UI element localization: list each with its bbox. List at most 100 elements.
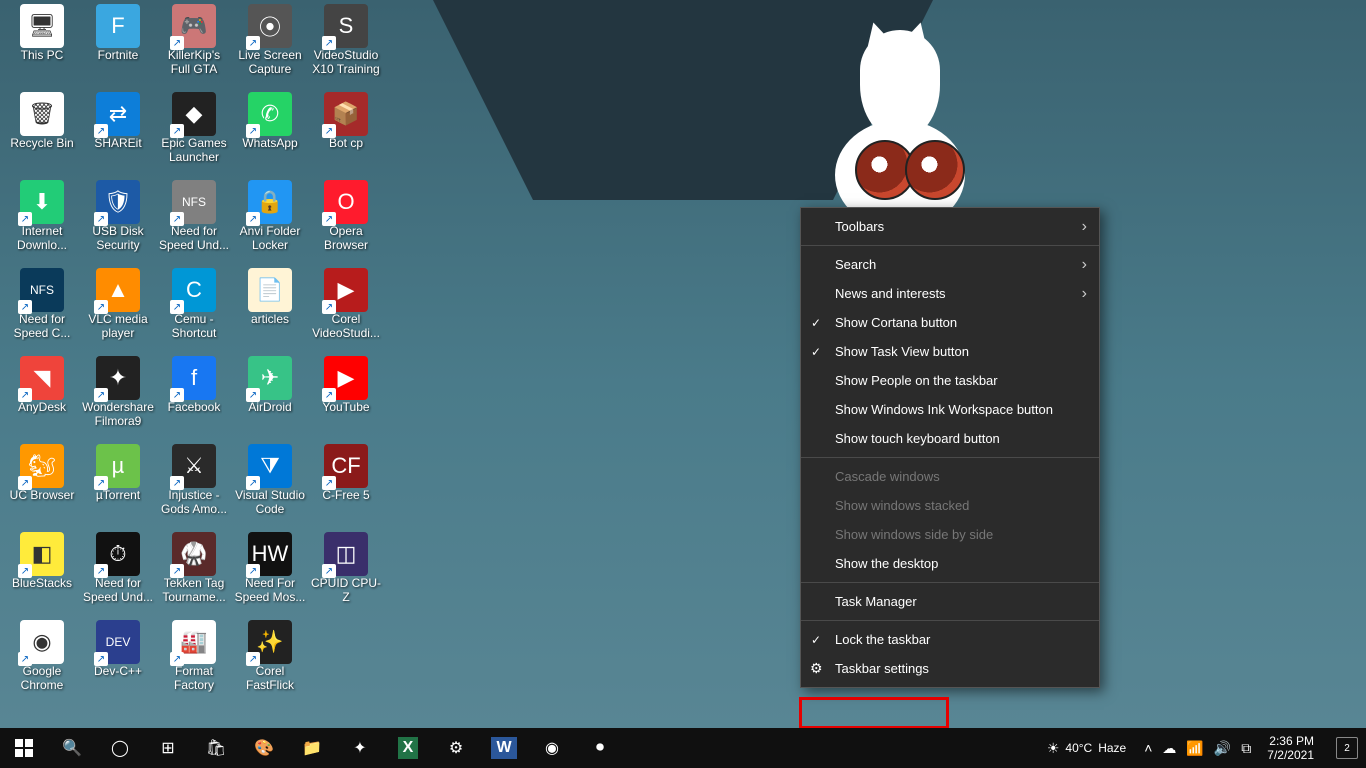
desktop-icon[interactable]: DEV↗Dev-C++ xyxy=(80,620,156,708)
filmora-button[interactable]: ✦ xyxy=(336,728,384,768)
weather-temp: 40°C xyxy=(1065,741,1092,755)
desktop-icon[interactable]: 🏭↗Format Factory xyxy=(156,620,232,708)
context-menu-item[interactable]: Search xyxy=(801,250,1099,279)
desktop-icon[interactable]: NFS↗Need for Speed C... xyxy=(4,268,80,356)
desktop-icon-label: KillerKip's Full GTA xyxy=(156,49,232,77)
context-menu-item[interactable]: ✓Show Cortana button xyxy=(801,308,1099,337)
search-button[interactable]: 🔍 xyxy=(48,728,96,768)
desktop-icon[interactable]: ◆↗Epic Games Launcher xyxy=(156,92,232,180)
desktop-icon[interactable]: ⇄↗SHAREit xyxy=(80,92,156,180)
app-icon: µ↗ xyxy=(96,444,140,488)
action-center-button[interactable]: 2 xyxy=(1336,737,1358,759)
desktop-icon[interactable]: ◥↗AnyDesk xyxy=(4,356,80,444)
clock[interactable]: 2:36 PM 7/2/2021 xyxy=(1259,734,1322,763)
search-icon: 🔍 xyxy=(62,738,82,758)
desktop-icon[interactable]: 📦↗Bot cp xyxy=(308,92,384,180)
volume-icon[interactable]: 🔊 xyxy=(1214,740,1231,757)
context-menu-item[interactable]: ⚙Taskbar settings xyxy=(801,654,1099,683)
app-icon: CF↗ xyxy=(324,444,368,488)
taskbar[interactable]: 🔍 ◯ ⊞🛍🎨📁 ✦ X⚙W◉⏺ ☀ 40°C Haze ˄ ☁ 📶 🔊 ⧉ 2:36 PM 7… xyxy=(0,728,1366,768)
context-menu-item[interactable]: Show People on the taskbar xyxy=(801,366,1099,395)
chrome-button[interactable]: ◉ xyxy=(528,728,576,768)
cortana-icon: ◯ xyxy=(111,738,129,758)
context-menu-item[interactable]: Show Windows Ink Workspace button xyxy=(801,395,1099,424)
desktop-icon[interactable]: 🎮↗KillerKip's Full GTA xyxy=(156,4,232,92)
desktop-icon[interactable]: ⏱↗Need for Speed Und... xyxy=(80,532,156,620)
desktop-icon[interactable]: 🗑Recycle Bin xyxy=(4,92,80,180)
desktop-icon[interactable]: 🔒↗Anvi Folder Locker xyxy=(232,180,308,268)
weather-widget[interactable]: ☀ 40°C Haze xyxy=(1047,740,1126,757)
desktop-icon[interactable]: 🛡↗USB Disk Security xyxy=(80,180,156,268)
wifi-icon[interactable]: 📶 xyxy=(1186,740,1203,757)
desktop-icon[interactable]: O↗Opera Browser xyxy=(308,180,384,268)
desktop-icon[interactable]: FFortnite xyxy=(80,4,156,92)
desktop[interactable]: 🖥This PC🗑Recycle Bin⬇↗Internet Downlo...… xyxy=(0,0,1366,728)
app-icon: 📦↗ xyxy=(324,92,368,136)
check-icon: ✓ xyxy=(811,633,821,647)
app-icon: ◥↗ xyxy=(20,356,64,400)
chevron-up-icon[interactable]: ˄ xyxy=(1144,740,1152,757)
desktop-icon-label: Injustice - Gods Amo... xyxy=(156,489,232,517)
desktop-icon[interactable]: NFS↗Need for Speed Und... xyxy=(156,180,232,268)
context-menu-item[interactable]: Toolbars xyxy=(801,212,1099,241)
desktop-icon[interactable]: 📄articles xyxy=(232,268,308,356)
paint-button[interactable]: 🎨 xyxy=(240,728,288,768)
desktop-icon[interactable]: ◫↗CPUID CPU-Z xyxy=(308,532,384,620)
app-icon: O↗ xyxy=(324,180,368,224)
context-menu-item[interactable]: News and interests xyxy=(801,279,1099,308)
shortcut-arrow-icon: ↗ xyxy=(94,476,108,490)
desktop-icon[interactable]: ◉↗Google Chrome xyxy=(4,620,80,708)
app-icon: ▲↗ xyxy=(96,268,140,312)
onedrive-icon[interactable]: ☁ xyxy=(1162,740,1176,757)
excel-button[interactable]: X xyxy=(384,728,432,768)
word-button[interactable]: W xyxy=(480,728,528,768)
system-tray: ☀ 40°C Haze ˄ ☁ 📶 🔊 ⧉ 2:36 PM 7/2/2021 2 xyxy=(1039,734,1366,763)
desktop-icon[interactable]: 🐿↗UC Browser xyxy=(4,444,80,532)
desktop-icon[interactable]: ✆↗WhatsApp xyxy=(232,92,308,180)
desktop-icon[interactable]: ⬇↗Internet Downlo... xyxy=(4,180,80,268)
desktop-icon[interactable]: ✦↗Wondershare Filmora9 xyxy=(80,356,156,444)
shortcut-arrow-icon: ↗ xyxy=(94,212,108,226)
desktop-icon[interactable]: 🖥This PC xyxy=(4,4,80,92)
cortana-button[interactable]: ◯ xyxy=(96,728,144,768)
screen-recorder-button[interactable]: ⏺ xyxy=(576,728,624,768)
context-menu-item[interactable]: Show touch keyboard button xyxy=(801,424,1099,453)
shortcut-arrow-icon: ↗ xyxy=(18,564,32,578)
desktop-icon-label: Live Screen Capture xyxy=(232,49,308,77)
microsoft-store-button[interactable]: 🛍 xyxy=(192,728,240,768)
dropbox-icon[interactable]: ⧉ xyxy=(1241,740,1251,757)
desktop-icon[interactable]: ✨↗Corel FastFlick X10 xyxy=(232,620,308,708)
desktop-icon[interactable]: ⚔↗Injustice - Gods Amo... xyxy=(156,444,232,532)
desktop-icon[interactable]: ▶↗Corel VideoStudi... xyxy=(308,268,384,356)
start-button[interactable] xyxy=(0,728,48,768)
app-icon: NFS↗ xyxy=(20,268,64,312)
desktop-icon[interactable]: HW↗Need For Speed Mos... xyxy=(232,532,308,620)
settings-button[interactable]: ⚙ xyxy=(432,728,480,768)
desktop-icon[interactable]: ✈↗AirDroid xyxy=(232,356,308,444)
desktop-icon[interactable]: S↗VideoStudio X10 Training xyxy=(308,4,384,92)
desktop-icon-label: µTorrent xyxy=(94,489,142,503)
shortcut-arrow-icon: ↗ xyxy=(322,388,336,402)
desktop-icon[interactable]: f↗Facebook xyxy=(156,356,232,444)
desktop-icon[interactable]: ⧩↗Visual Studio Code xyxy=(232,444,308,532)
context-menu-item[interactable]: ✓Lock the taskbar xyxy=(801,625,1099,654)
app-icon: ◉↗ xyxy=(20,620,64,664)
context-menu-item[interactable]: Task Manager xyxy=(801,587,1099,616)
desktop-icon[interactable]: ▲↗VLC media player xyxy=(80,268,156,356)
desktop-icon-label: WhatsApp xyxy=(240,137,299,151)
shortcut-arrow-icon: ↗ xyxy=(246,652,260,666)
context-menu-item[interactable]: ✓Show Task View button xyxy=(801,337,1099,366)
context-menu-item[interactable]: Show the desktop xyxy=(801,549,1099,578)
desktop-icon[interactable]: ⦿↗Live Screen Capture xyxy=(232,4,308,92)
desktop-icon[interactable]: CF↗C-Free 5 xyxy=(308,444,384,532)
shortcut-arrow-icon: ↗ xyxy=(94,388,108,402)
shortcut-arrow-icon: ↗ xyxy=(322,212,336,226)
desktop-icon[interactable]: µ↗µTorrent xyxy=(80,444,156,532)
desktop-icon[interactable]: C↗Cemu - Shortcut xyxy=(156,268,232,356)
filmora-icon: ✦ xyxy=(353,738,366,758)
file-explorer-button[interactable]: 📁 xyxy=(288,728,336,768)
task-view-button[interactable]: ⊞ xyxy=(144,728,192,768)
desktop-icon[interactable]: ◧↗BlueStacks xyxy=(4,532,80,620)
desktop-icon[interactable]: 🥋↗Tekken Tag Tourname... xyxy=(156,532,232,620)
desktop-icon[interactable]: ▶↗YouTube xyxy=(308,356,384,444)
